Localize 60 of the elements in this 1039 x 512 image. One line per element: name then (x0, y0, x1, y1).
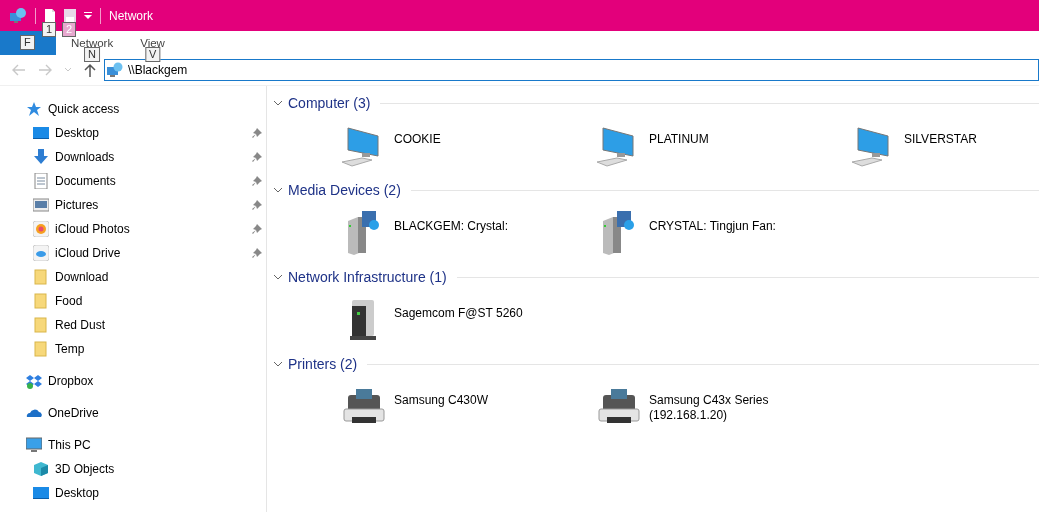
sidebar-item[interactable]: Desktop (55, 126, 100, 140)
keytip: 1 (42, 21, 57, 37)
chevron-down-icon[interactable] (273, 359, 283, 369)
document-icon (33, 173, 49, 189)
download-arrow-icon (33, 149, 49, 165)
keytip: N (84, 47, 101, 62)
device-name[interactable]: COOKIE (394, 122, 441, 147)
picture-icon (33, 197, 49, 213)
sidebar-item[interactable]: This PC (48, 438, 91, 452)
sidebar-item[interactable]: Temp (55, 342, 85, 356)
sidebar-item[interactable]: Food (55, 294, 83, 308)
group-header[interactable]: Network Infrastructure (1) (288, 269, 447, 285)
sidebar-item[interactable]: 3D Objects (55, 462, 115, 476)
dropbox-icon (26, 373, 42, 389)
network-icon (106, 62, 124, 78)
keytip: F (20, 35, 35, 50)
keytip: V (144, 47, 161, 62)
sidebar-item[interactable]: Downloads (55, 150, 115, 164)
sidebar-item[interactable]: Desktop (55, 486, 100, 500)
folder-icon (33, 269, 49, 285)
device-name[interactable]: Samsung C43x Series (192.168.1.20) (649, 383, 769, 423)
dropdown-icon[interactable] (84, 11, 92, 20)
folder-icon (33, 341, 49, 357)
sidebar-item[interactable]: Documents (55, 174, 116, 188)
folder-icon (33, 293, 49, 309)
device-name[interactable]: Sagemcom F@ST 5260 (394, 296, 523, 321)
save-icon[interactable] (64, 8, 76, 23)
group-header[interactable]: Printers (2) (288, 356, 358, 372)
device-name[interactable]: SILVERSTAR (904, 122, 977, 147)
sidebar-item[interactable]: iCloud Photos (55, 222, 130, 236)
sidebar-item[interactable]: Dropbox (48, 374, 94, 388)
monitor-icon (26, 437, 42, 453)
ribbon-tab[interactable]: View (140, 37, 165, 49)
device-name[interactable]: BLACKGEM: Crystal: (394, 209, 509, 234)
device-name[interactable]: CRYSTAL: Tingjun Fan: (649, 209, 776, 234)
group-header[interactable]: Computer (3) (288, 95, 371, 111)
chevron-down-icon[interactable] (273, 98, 283, 108)
sidebar-item[interactable]: Pictures (55, 198, 99, 212)
sidebar-item[interactable]: OneDrive (48, 406, 99, 420)
window-title: Network (109, 8, 153, 23)
sidebar-item[interactable]: Red Dust (55, 318, 106, 332)
sidebar-item[interactable]: Quick access (48, 102, 120, 116)
device-name[interactable]: Samsung C430W (394, 383, 489, 408)
photos-icon (33, 221, 49, 237)
address-bar[interactable]: \\Blackgem (104, 59, 1039, 81)
sidebar-item[interactable]: iCloud Drive (55, 246, 121, 260)
up-arrow-icon[interactable] (84, 63, 96, 77)
cloud-icon (33, 245, 49, 261)
ribbon-tab[interactable]: Network (71, 37, 114, 49)
cube-icon (33, 461, 49, 477)
chevron-down-icon[interactable] (273, 272, 283, 282)
group-header[interactable]: Media Devices (2) (288, 182, 401, 198)
sidebar-item[interactable]: Download (55, 270, 109, 284)
folder-icon (33, 317, 49, 333)
desktop-icon (33, 125, 49, 141)
document-icon[interactable] (44, 8, 56, 23)
device-name[interactable]: PLATINUM (649, 122, 709, 147)
star-icon (26, 101, 42, 117)
chevron-down-icon[interactable] (273, 185, 283, 195)
desktop-icon (33, 485, 49, 501)
